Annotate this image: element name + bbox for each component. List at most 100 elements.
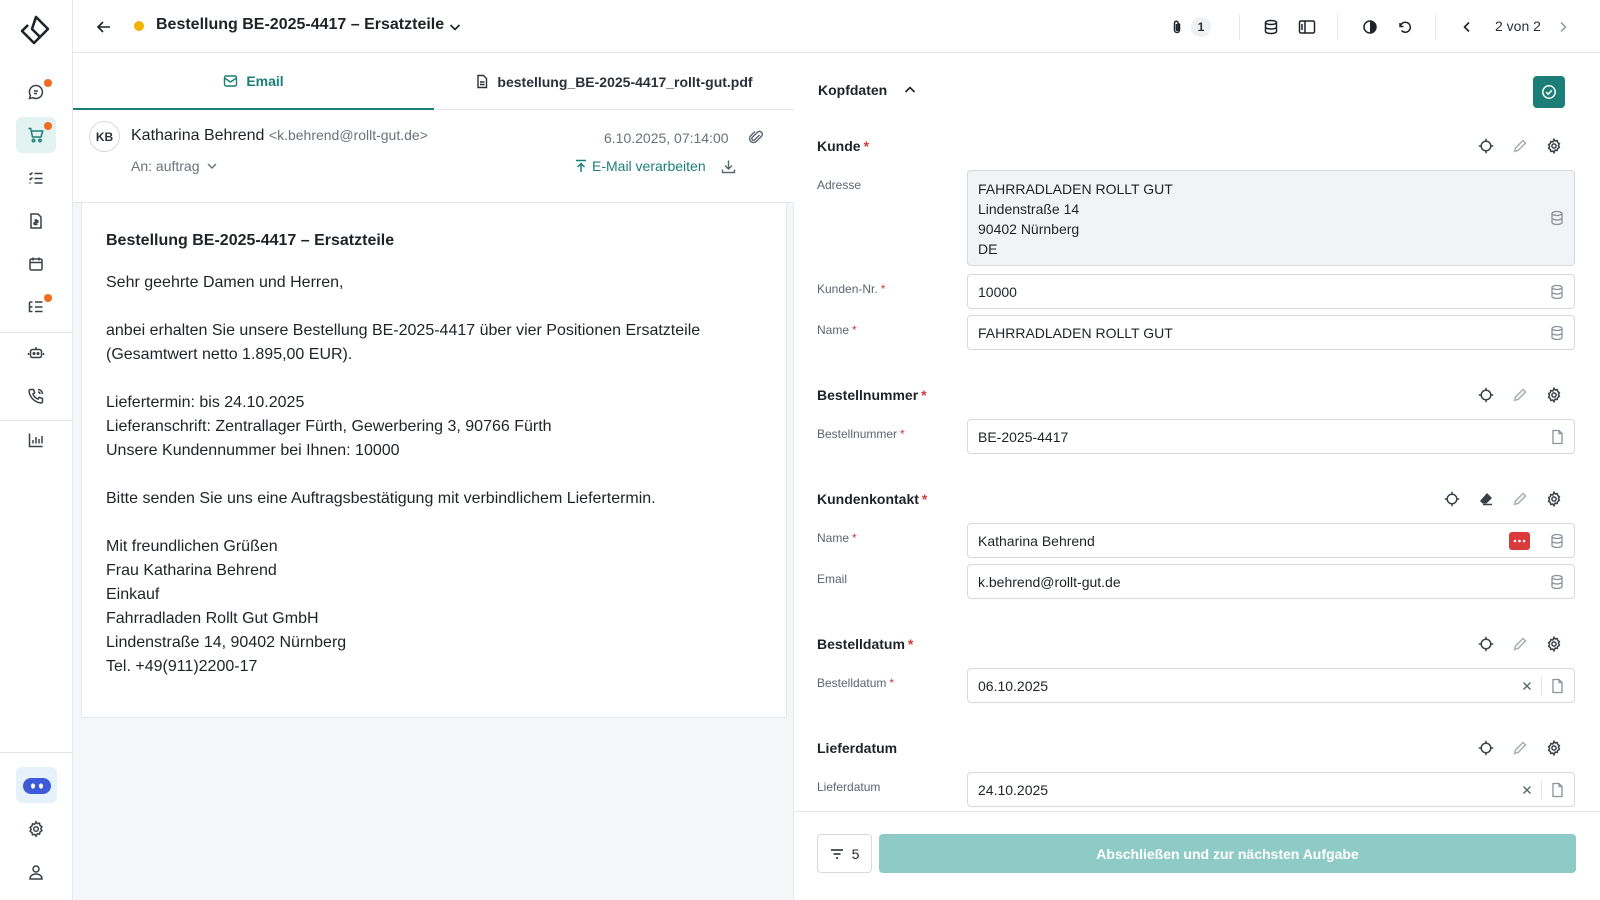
section-title-bestelldatum: Bestelldatum * (817, 636, 913, 652)
kopfdaten-toggle[interactable]: Kopfdaten (818, 82, 917, 98)
crosshair-icon[interactable] (1444, 491, 1460, 507)
crosshair-icon[interactable] (1478, 387, 1494, 403)
pen-icon[interactable] (1512, 387, 1528, 403)
sidebar-item-profile[interactable] (16, 854, 56, 890)
filter-button[interactable]: 5 (817, 834, 872, 873)
confirm-button[interactable] (1533, 76, 1565, 108)
delivery-date-field[interactable]: 24.10.2025 (967, 772, 1575, 807)
field-divider (1541, 677, 1542, 695)
process-email-button[interactable]: E-Mail verarbeiten (575, 158, 706, 174)
notification-dot (44, 294, 52, 302)
top-bar: Bestellung BE-2025-4417 – Ersatzteile 1 (73, 0, 1600, 53)
sidebar-item-assistant[interactable] (16, 767, 57, 803)
sidebar-divider (0, 752, 72, 753)
gear-icon[interactable] (1546, 387, 1562, 403)
customer-name-field[interactable]: FAHRRADLADEN ROLLT GUT (967, 315, 1575, 350)
tab-label: bestellung_BE-2025-4417_rollt-gut.pdf (497, 73, 753, 90)
sidebar-item-settings[interactable] (16, 811, 56, 847)
chevron-left-icon (1460, 20, 1474, 34)
sidebar-item-bot[interactable] (16, 335, 56, 371)
logo-icon[interactable] (19, 14, 53, 48)
field-label-text: Bestelldatum (817, 676, 887, 690)
contrast-button[interactable] (1357, 14, 1383, 40)
order-date-field[interactable]: 06.10.2025 (967, 668, 1575, 703)
back-button[interactable] (91, 14, 117, 40)
crosshair-icon[interactable] (1478, 636, 1494, 652)
pen-icon[interactable] (1512, 138, 1528, 154)
sidebar-item-tasks[interactable] (16, 160, 56, 196)
required-mark: * (852, 531, 857, 545)
toolbar-divider (1435, 14, 1436, 40)
upload-arrow-icon (575, 159, 587, 173)
required-mark: * (889, 676, 895, 690)
signature-line: Tel. +49(911)2200-17 (106, 658, 258, 675)
gear-icon[interactable] (1546, 740, 1562, 756)
columns-icon (1298, 19, 1316, 35)
crosshair-icon[interactable] (1478, 138, 1494, 154)
contact-name-field[interactable]: Katharina Behrend (967, 523, 1575, 558)
attachments-count-badge: 1 (1191, 17, 1211, 37)
section-title-text: Bestelldatum (817, 636, 905, 652)
clear-icon[interactable] (1520, 783, 1534, 797)
pen-icon[interactable] (1512, 636, 1528, 652)
submit-next-button[interactable]: Abschließen und zur nächsten Aufgabe (879, 834, 1576, 873)
sender-email: <k.behrend@rollt-gut.de> (268, 127, 428, 143)
section-actions (1478, 138, 1562, 154)
title-dropdown-button[interactable] (442, 14, 468, 40)
next-button[interactable] (1550, 14, 1576, 40)
pen-icon[interactable] (1512, 491, 1528, 507)
tab-pdf[interactable]: bestellung_BE-2025-4417_rollt-gut.pdf (434, 53, 794, 110)
attachment-icon[interactable] (749, 129, 763, 145)
user-icon (27, 863, 45, 881)
signature-line: Frau Katharina Behrend (106, 562, 277, 579)
email-paragraph: anbei erhalten Sie unsere Bestellung BE-… (106, 319, 762, 367)
tab-bar: Email bestellung_BE-2025-4417_rollt-gut.… (73, 53, 794, 110)
sidebar-item-lists[interactable] (16, 289, 56, 325)
clear-icon[interactable] (1520, 679, 1534, 693)
order-number-field[interactable]: BE-2025-4417 (967, 419, 1575, 454)
chevron-right-icon (1556, 20, 1570, 34)
field-value: 10000 (978, 283, 1017, 300)
address-field[interactable]: FAHRRADLADEN ROLLT GUT Lindenstraße 14 9… (967, 170, 1575, 266)
pen-icon[interactable] (1512, 740, 1528, 756)
sidebar-item-calendar[interactable] (16, 246, 56, 282)
chevron-down-icon (206, 160, 218, 172)
toolbar-divider (1337, 14, 1338, 40)
gear-icon[interactable] (1546, 636, 1562, 652)
email-body: Bestellung BE-2025-4417 – Ersatzteile Se… (81, 202, 787, 718)
gear-icon[interactable] (1546, 138, 1562, 154)
document-icon (1551, 678, 1564, 694)
database-button[interactable] (1258, 14, 1284, 40)
section-title-bestellnummer: Bestellnummer * (817, 387, 927, 403)
password-manager-icon[interactable] (1509, 532, 1530, 550)
field-label: Kunden-Nr. * (817, 282, 885, 296)
customer-number-field[interactable]: 10000 (967, 274, 1575, 309)
sidebar-item-invoices[interactable] (16, 203, 56, 239)
email-paragraph: Liefertermin: bis 24.10.2025 Lieferansch… (106, 391, 762, 463)
database-icon (1550, 574, 1564, 590)
prev-button[interactable] (1454, 14, 1480, 40)
eraser-icon[interactable] (1478, 491, 1494, 507)
sidebar-item-analytics[interactable] (16, 422, 56, 458)
process-email-label: E-Mail verarbeiten (592, 158, 706, 174)
address-line: Lindenstraße 14 (978, 201, 1080, 217)
chat-icon (27, 83, 45, 101)
sidebar-item-chat[interactable] (16, 74, 56, 110)
sidebar-item-calls[interactable] (16, 378, 56, 414)
recipient-toggle[interactable]: An: auftrag (131, 158, 218, 174)
reset-button[interactable] (1392, 14, 1418, 40)
tab-email[interactable]: Email (73, 53, 434, 110)
notification-dot (44, 79, 52, 87)
download-button[interactable] (721, 159, 736, 174)
crosshair-icon[interactable] (1478, 740, 1494, 756)
sidebar-item-orders[interactable] (16, 117, 56, 153)
layout-toggle-button[interactable] (1294, 14, 1320, 40)
contact-email-field[interactable]: k.behrend@rollt-gut.de (967, 564, 1575, 599)
field-label: Bestelldatum * (817, 676, 894, 690)
sidebar (0, 0, 73, 900)
signature-line: Lindenstraße 14, 90402 Nürnberg (106, 634, 347, 651)
gear-icon[interactable] (1546, 491, 1562, 507)
sidebar-divider (0, 420, 72, 421)
attachments-button[interactable]: 1 (1169, 14, 1211, 40)
email-panel: Email bestellung_BE-2025-4417_rollt-gut.… (73, 53, 794, 900)
